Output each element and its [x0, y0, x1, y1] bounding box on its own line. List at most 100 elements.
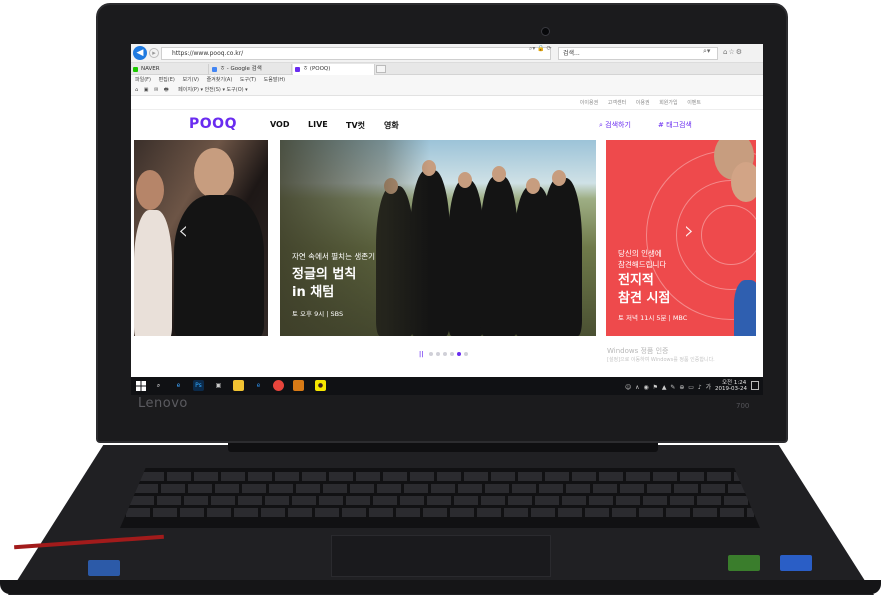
pager-dot[interactable] — [436, 352, 440, 356]
util-links: 이이용권 고객센터 이용권 회원가입 이벤트 — [572, 99, 701, 106]
nav-vod[interactable]: VOD — [270, 120, 290, 129]
ie-icon[interactable]: e — [253, 380, 264, 391]
host-body — [734, 280, 756, 336]
search-label: 검색하기 — [605, 121, 631, 129]
main-carousel: ‹ 자연 속에서 펼치는 생존기 정글의 법칙 in 채텀 토 오후 9시 | … — [131, 140, 763, 336]
decor-ring — [701, 205, 756, 265]
carousel-next-arrow[interactable]: › — [684, 216, 694, 246]
menu-file[interactable]: 파일(F) — [135, 77, 151, 83]
site-header: POOQ VOD LIVE TV컷 영화 ⌕ 검색하기 # 태그검색 — [131, 110, 763, 140]
cast-member — [542, 178, 582, 336]
edge-icon[interactable]: e — [173, 380, 184, 391]
util-bar: 이이용권 고객센터 이용권 회원가입 이벤트 — [131, 96, 763, 110]
activation-watermark-title: Windows 정품 인증 — [607, 347, 669, 355]
kakaotalk-icon[interactable]: ● — [315, 380, 326, 391]
base-edge — [0, 580, 881, 594]
slide-title-line2: in 채텀 — [292, 285, 335, 300]
nav-tvclip[interactable]: TV컷 — [346, 120, 365, 131]
menu-favorites[interactable]: 즐겨찾기(A) — [207, 77, 233, 83]
slide-subtitle: 자연 속에서 펼치는 생존기 — [292, 252, 376, 261]
pooq-favicon — [295, 67, 300, 72]
nav-movie[interactable]: 영화 — [384, 120, 399, 131]
slide-next[interactable]: 당신의 인생에 참견해드립니다 전지적 참견 시점 토 저녁 11시 5분 | … — [606, 140, 756, 336]
menu-help[interactable]: 도움말(H) — [264, 77, 285, 83]
tab-label: NAVER — [141, 66, 160, 72]
pager-dot[interactable] — [450, 352, 454, 356]
nav-live[interactable]: LIVE — [308, 120, 328, 129]
command-menus[interactable]: 페이지(P) ▾ 안전(S) ▾ 도구(O) ▾ — [178, 87, 248, 93]
tab-naver[interactable]: NAVER — [131, 64, 209, 75]
tag-search-link[interactable]: # 태그검색 — [658, 120, 692, 130]
cast-face — [526, 178, 540, 194]
util-link[interactable]: 이벤트 — [687, 100, 701, 106]
google-favicon — [212, 67, 217, 72]
slide-right-subtitle-1: 당신의 인생에 — [618, 249, 662, 258]
slide-right-title-1: 전지적 — [618, 273, 654, 288]
sticker-right-2 — [780, 555, 812, 571]
pause-icon[interactable]: || — [419, 351, 423, 358]
menu-tools[interactable]: 도구(T) — [240, 77, 256, 83]
actress-face — [136, 170, 164, 210]
store-icon[interactable]: ▣ — [213, 380, 224, 391]
tab-google[interactable]: ㅎ - Google 검색 — [210, 64, 292, 75]
system-tray-icons[interactable]: ☺ ∧ ◉ ⚑ ▲ ✎ ⊕ ▭ ♪ 가 — [625, 382, 712, 391]
search-input[interactable]: 검색... — [558, 47, 718, 60]
app-icon[interactable] — [293, 380, 304, 391]
sticker-right-1 — [728, 555, 760, 571]
slide-current[interactable]: 자연 속에서 펼치는 생존기 정글의 법칙 in 채텀 토 오후 9시 | SB… — [280, 140, 596, 336]
windows-taskbar: ⌕ e Ps ▣ e ● ☺ ∧ ◉ ⚑ ▲ ✎ ⊕ ▭ ♪ 가 오전 1:24… — [131, 377, 763, 395]
command-icons[interactable]: ⌂ ▣ ✉ 🖶 — [135, 87, 171, 93]
address-bar-row: ◀ ▸ https://www.pooq.co.kr/ ⌕▾ 🔒 ⟳ 검색...… — [131, 44, 763, 63]
notification-icon[interactable] — [751, 381, 759, 390]
menu-edit[interactable]: 편집(E) — [159, 77, 175, 83]
slide-right-broadcast-info: 토 저녁 11시 5분 | MBC — [618, 314, 688, 322]
slide-previous[interactable]: ‹ — [134, 140, 268, 336]
keyboard — [120, 468, 760, 528]
util-link[interactable]: 이이용권 — [580, 100, 598, 106]
file-explorer-icon[interactable] — [233, 380, 244, 391]
webcam — [541, 27, 550, 36]
naver-favicon — [133, 67, 138, 72]
chrome-icon[interactable] — [273, 380, 284, 391]
tab-strip: NAVER ㅎ - Google 검색 ㅎ (POOQ) — [131, 63, 763, 75]
util-link[interactable]: 고객센터 — [608, 100, 626, 106]
pager-dot[interactable] — [464, 352, 468, 356]
pager-dot[interactable] — [443, 352, 447, 356]
host-face — [731, 162, 756, 202]
cast-member — [480, 176, 518, 336]
photoshop-icon[interactable]: Ps — [193, 380, 204, 391]
brand-logo: Lenovo — [138, 396, 188, 411]
activation-watermark-text: [설정]으로 이동하여 Windows를 정품 인증합니다. — [607, 357, 715, 363]
carousel-prev-arrow[interactable]: ‹ — [178, 216, 188, 246]
pager-dot-active[interactable] — [457, 352, 461, 356]
windows-start-icon[interactable] — [136, 381, 146, 391]
sticker-left — [88, 560, 120, 576]
forward-button[interactable]: ▸ — [149, 48, 159, 58]
touchpad — [331, 535, 551, 577]
cast-face — [458, 172, 472, 188]
search-icon[interactable]: ⌕ — [153, 380, 164, 391]
slide-right-subtitle-2: 참견해드립니다 — [618, 260, 667, 269]
tab-label: ㅎ (POOQ) — [303, 66, 331, 72]
menu-view[interactable]: 보기(V) — [182, 77, 199, 83]
util-link[interactable]: 이용권 — [636, 100, 650, 106]
taskbar-date[interactable]: 2019-03-24 — [715, 386, 747, 392]
search-go-icon[interactable]: ⌕▾ — [703, 47, 710, 56]
url-text: https://www.pooq.co.kr/ — [172, 50, 244, 57]
url-input[interactable]: https://www.pooq.co.kr/ — [161, 47, 551, 60]
tag-search-label: 태그검색 — [666, 121, 692, 129]
search-placeholder: 검색... — [563, 50, 580, 57]
pager-dot[interactable] — [429, 352, 433, 356]
search-link[interactable]: ⌕ 검색하기 — [599, 120, 631, 130]
command-bar: ⌂ ▣ ✉ 🖶 페이지(P) ▾ 안전(S) ▾ 도구(O) ▾ — [131, 85, 763, 96]
home-star-gear-icons[interactable]: ⌂☆⚙ — [723, 48, 743, 56]
back-button[interactable]: ◀ — [133, 46, 147, 60]
tab-pooq[interactable]: ㅎ (POOQ) — [293, 64, 375, 75]
new-tab-button[interactable] — [376, 65, 386, 73]
screen: ◀ ▸ https://www.pooq.co.kr/ ⌕▾ 🔒 ⟳ 검색...… — [131, 44, 763, 395]
taskbar-time[interactable]: 오전 1:24 — [722, 378, 746, 386]
pooq-logo[interactable]: POOQ — [189, 116, 237, 132]
util-link[interactable]: 회원가입 — [659, 100, 677, 106]
slide-broadcast-info: 토 오후 9시 | SBS — [292, 310, 344, 318]
url-action-icons[interactable]: ⌕▾ 🔒 ⟳ — [529, 45, 552, 53]
